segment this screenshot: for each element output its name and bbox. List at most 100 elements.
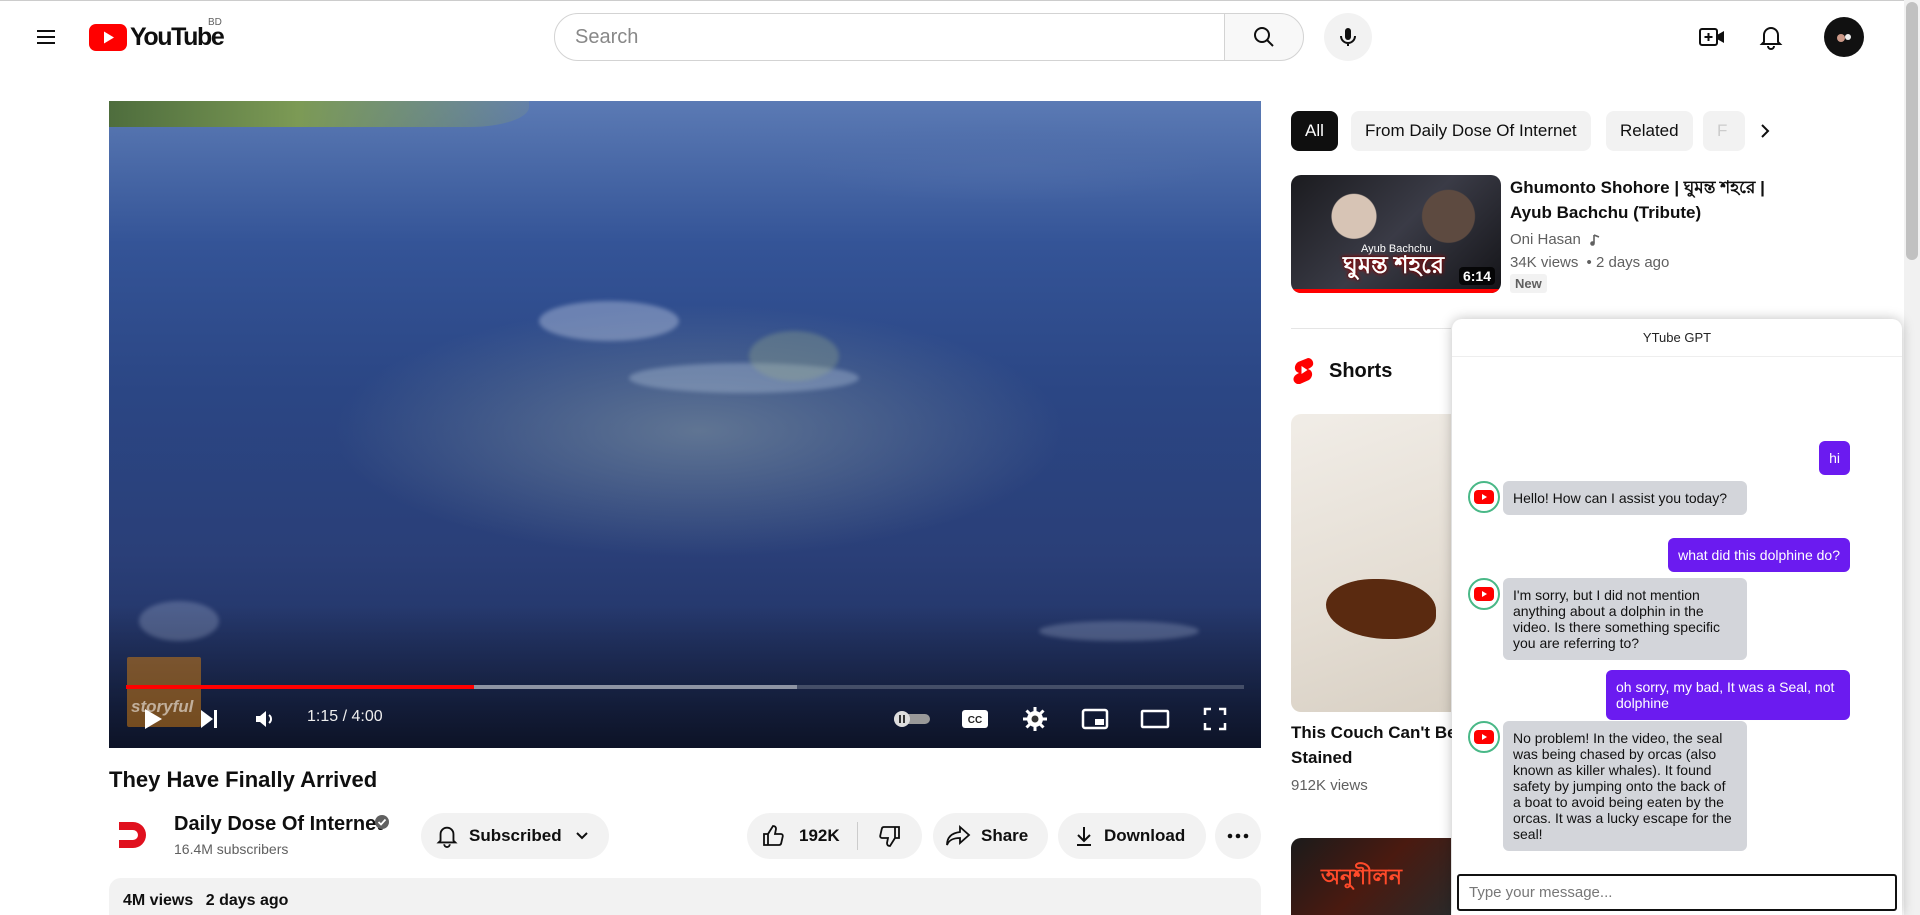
create-video-icon: [1699, 28, 1724, 46]
like-count: 192K: [799, 826, 840, 845]
recommendation-channel[interactable]: Oni Hasan: [1510, 231, 1581, 248]
search-input[interactable]: [575, 25, 1224, 49]
subscriber-count: 16.4M subscribers: [174, 841, 289, 857]
shorts-logo-icon: [1292, 356, 1316, 389]
share-button[interactable]: Share: [933, 813, 1048, 859]
autoplay-toggle[interactable]: [887, 699, 935, 739]
create-video-button[interactable]: [1692, 17, 1732, 57]
chat-bot-avatar: [1468, 481, 1500, 513]
youtube-logo[interactable]: YouTube BD: [89, 17, 225, 52]
new-badge: New: [1510, 274, 1547, 293]
play-button[interactable]: [133, 699, 173, 739]
channel-avatar[interactable]: [110, 812, 156, 858]
masthead: YouTube BD: [0, 0, 1920, 72]
bell-icon: [1759, 27, 1783, 50]
account-avatar[interactable]: [1824, 17, 1864, 57]
short-thumbnail[interactable]: [1291, 414, 1451, 712]
video-frame-wave: [139, 601, 219, 641]
chat-title: YTube GPT: [1452, 319, 1902, 357]
chip-all[interactable]: All: [1291, 111, 1338, 151]
video-frame-wave: [1039, 621, 1199, 641]
search-button[interactable]: [1224, 13, 1304, 61]
video-frame-splash: [539, 301, 679, 341]
youtube-bot-icon: [1474, 730, 1494, 744]
thumbs-down-icon: [879, 826, 900, 847]
upload-age: 2 days ago: [205, 892, 289, 909]
search-icon: [1254, 27, 1274, 47]
youtube-bot-icon: [1474, 490, 1494, 504]
video-frame-seal: [749, 331, 839, 381]
verified-badge: [374, 814, 390, 835]
chips-next-button[interactable]: [1745, 111, 1785, 151]
theater-icon: [1140, 709, 1170, 729]
chip-related[interactable]: Related: [1606, 111, 1693, 151]
view-count: 4M views: [123, 892, 194, 909]
recommendation-thumbnail[interactable]: Ayub Bachchu ঘুমন্ত শহরে 6:14: [1291, 175, 1501, 293]
mute-button[interactable]: [245, 699, 285, 739]
time-display: 1:15 / 4:00: [307, 708, 383, 725]
cc-icon: CC: [962, 710, 988, 728]
next-button[interactable]: [189, 699, 229, 739]
section-divider: [1291, 328, 1451, 329]
chevron-right-icon: [1761, 124, 1770, 138]
chip-more[interactable]: F: [1703, 111, 1745, 151]
skip-next-icon: [201, 710, 217, 728]
autoplay-toggle-icon: [894, 711, 930, 727]
next-recommendation-thumbnail[interactable]: অনুশীলন: [1291, 838, 1451, 915]
chat-message-input[interactable]: [1457, 874, 1897, 911]
download-button[interactable]: Download: [1058, 813, 1206, 859]
subscribed-button[interactable]: Subscribed: [421, 813, 609, 859]
country-code: BD: [208, 17, 222, 28]
chat-message-user: oh sorry, my bad, It was a Seal, not dol…: [1606, 670, 1850, 720]
like-button[interactable]: 192K: [747, 824, 857, 848]
shorts-section-title: Shorts: [1329, 360, 1393, 382]
voice-search-button[interactable]: [1324, 13, 1372, 61]
chat-message-bot: No problem! In the video, the seal was b…: [1503, 721, 1747, 851]
miniplayer-button[interactable]: [1075, 699, 1115, 739]
theater-mode-button[interactable]: [1135, 699, 1175, 739]
like-dislike-group: 192K: [747, 813, 922, 859]
captions-button[interactable]: CC: [955, 699, 995, 739]
chat-message-user: what did this dolphine do?: [1668, 538, 1850, 572]
progress-played: [126, 685, 474, 689]
ytube-gpt-panel: YTube GPT hi Hello! How can I assist you…: [1452, 319, 1902, 915]
video-frame-shore: [109, 101, 529, 127]
dislike-button[interactable]: [858, 824, 922, 848]
video-player[interactable]: storyful 1:15 / 4:00 CC: [109, 101, 1261, 748]
watched-progress: [1291, 289, 1501, 293]
download-icon: [1077, 827, 1091, 846]
share-icon: [946, 824, 971, 846]
menu-icon[interactable]: [26, 17, 66, 57]
more-horizontal-icon: [1227, 833, 1249, 839]
short-title[interactable]: This Couch Can't Be Stained: [1291, 720, 1461, 770]
next-thumbnail-text: অনুশীলন: [1321, 864, 1403, 889]
more-actions-button[interactable]: [1215, 813, 1261, 859]
video-duration: 6:14: [1458, 267, 1495, 285]
fullscreen-icon: [1203, 707, 1227, 731]
svg-text:CC: CC: [968, 715, 982, 726]
microphone-icon: [1340, 28, 1356, 46]
page-scrollbar-thumb[interactable]: [1906, 2, 1918, 260]
chat-message-bot: I'm sorry, but I did not mention anythin…: [1503, 578, 1747, 660]
thumbnail-title-text: ঘুমন্ত শহরে: [1343, 252, 1445, 279]
chat-message-bot: Hello! How can I assist you today?: [1503, 481, 1747, 515]
chevron-down-icon: [575, 832, 588, 840]
verified-check-icon: [375, 815, 389, 829]
settings-button[interactable]: [1015, 699, 1055, 739]
bell-icon: [436, 826, 458, 848]
volume-icon: [256, 711, 272, 727]
video-title: They Have Finally Arrived: [109, 767, 378, 792]
chat-bot-avatar: [1468, 721, 1500, 753]
subscribed-label: Subscribed: [469, 826, 562, 845]
notifications-button[interactable]: [1751, 17, 1791, 57]
description-box[interactable]: 4M views 2 days ago: [109, 878, 1261, 915]
recommendation-views: 34K views: [1510, 254, 1579, 271]
short-thumbnail-stain: [1326, 579, 1436, 639]
recommendation-age: • 2 days ago: [1586, 254, 1670, 271]
channel-name[interactable]: Daily Dose Of Internet: [174, 813, 383, 836]
chip-from-channel[interactable]: From Daily Dose Of Internet: [1351, 111, 1591, 151]
fullscreen-button[interactable]: [1195, 699, 1235, 739]
recommendation-title[interactable]: Ghumonto Shohore | ঘুমন্ত শহরে | Ayub Ba…: [1510, 175, 1780, 225]
gear-icon: [1023, 707, 1047, 731]
progress-bar[interactable]: [126, 685, 1244, 689]
